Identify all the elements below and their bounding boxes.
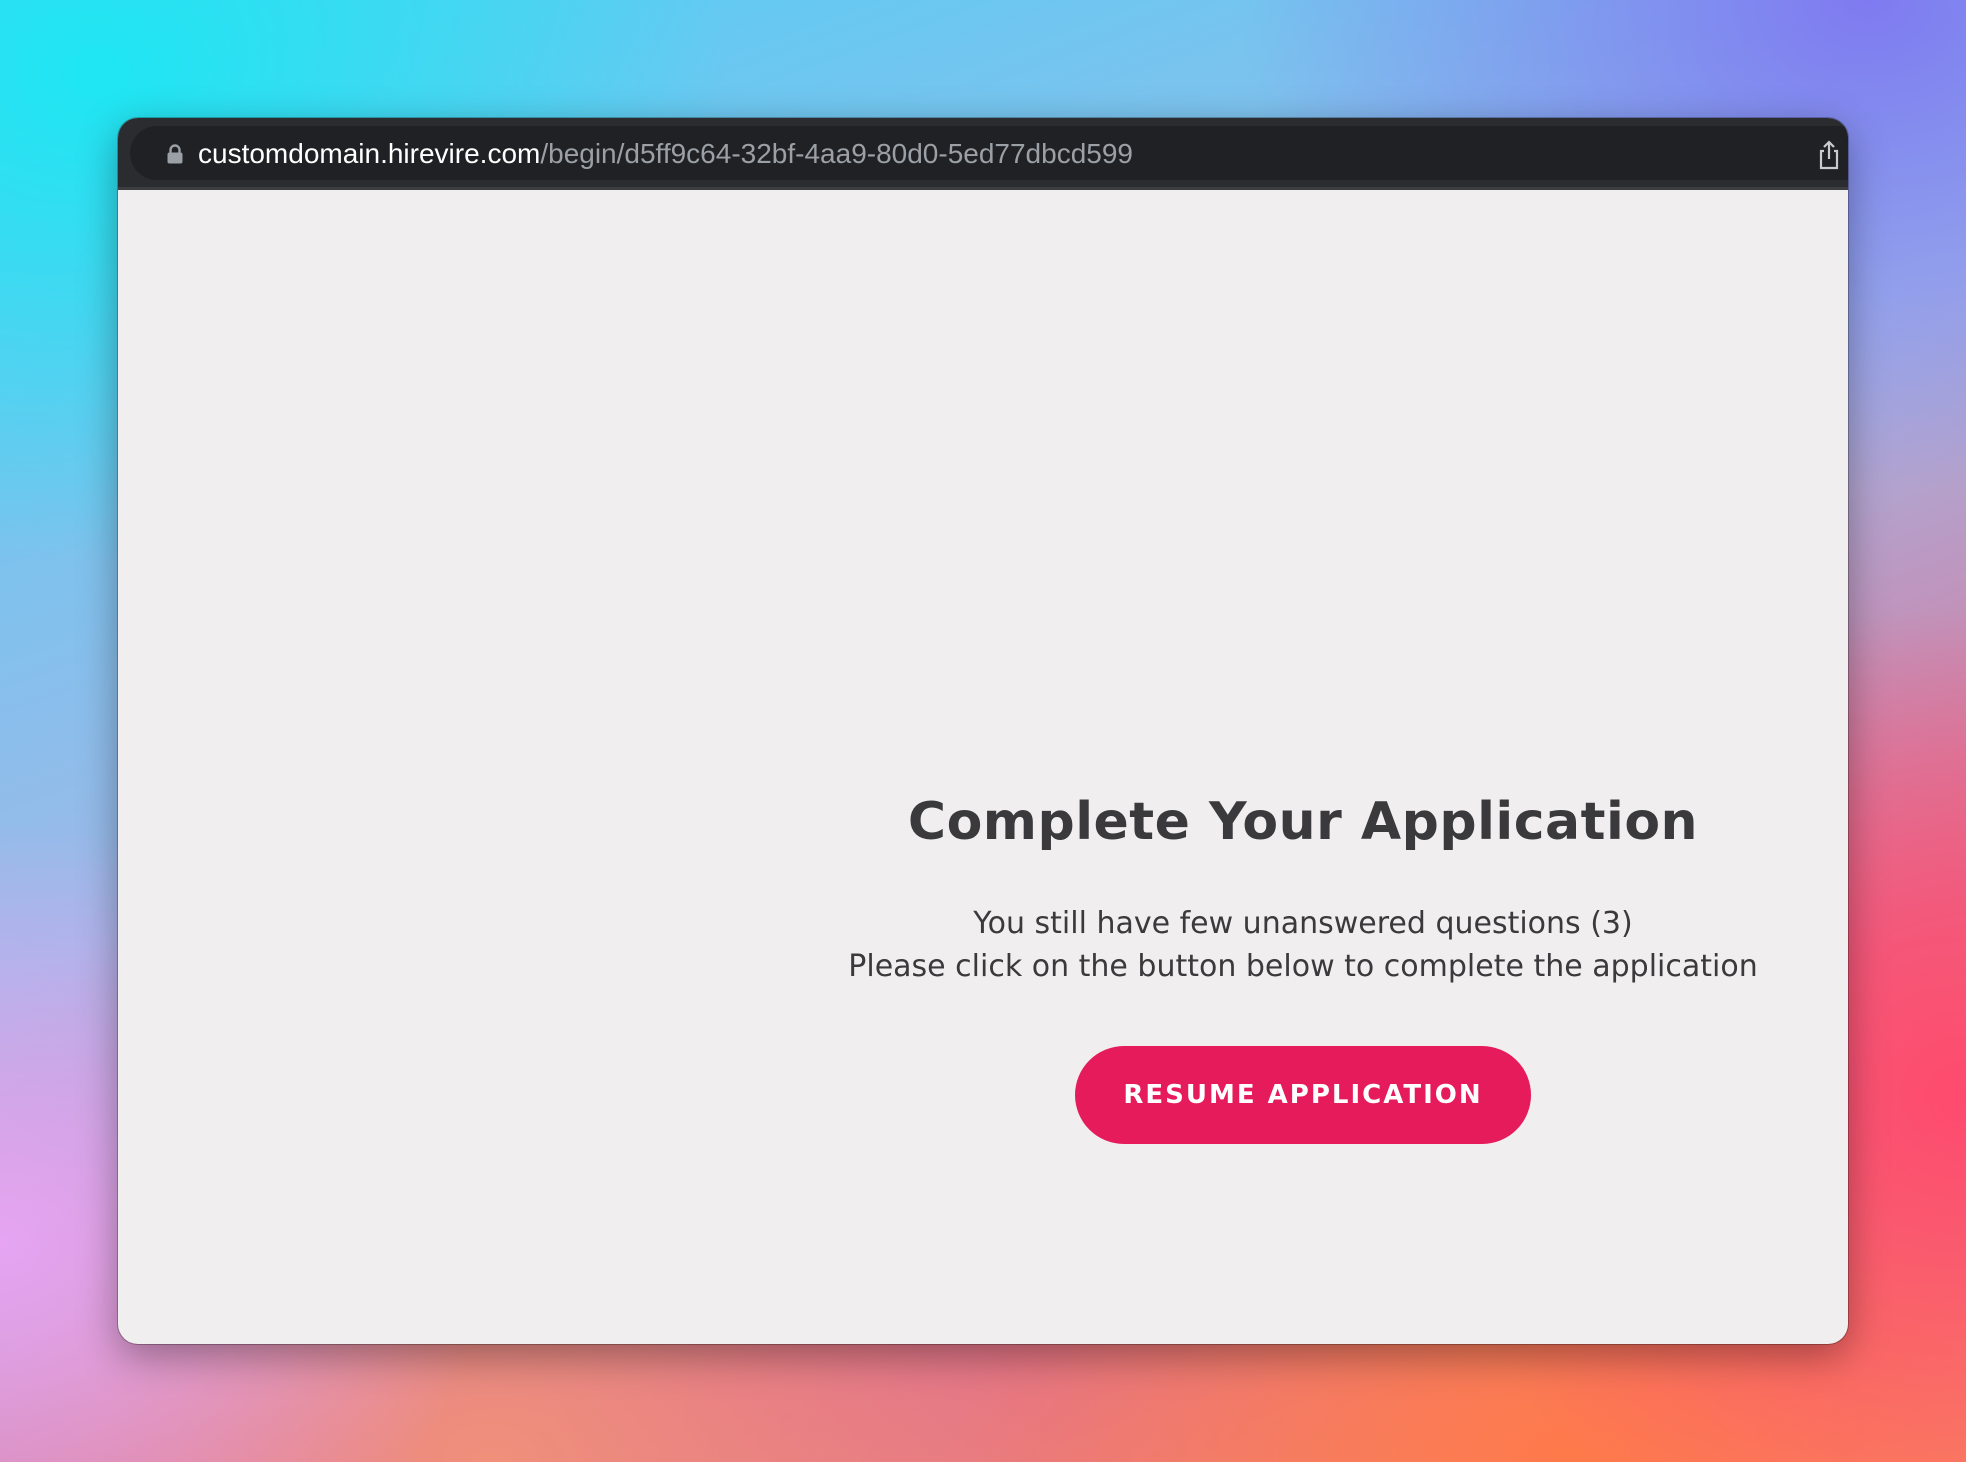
message-line-instruction: Please click on the button below to comp… xyxy=(848,949,1758,984)
url-text[interactable]: customdomain.hirevire.com/begin/d5ff9c64… xyxy=(198,138,1133,170)
resume-panel: Complete Your Application You still have… xyxy=(798,790,1808,1144)
message-line-unanswered: You still have few unanswered questions … xyxy=(973,906,1633,941)
url-host: customdomain.hirevire.com xyxy=(198,138,541,169)
page-title: Complete Your Application xyxy=(907,792,1699,852)
browser-window: customdomain.hirevire.com/begin/d5ff9c64… xyxy=(118,118,1848,1344)
url-path: /begin/d5ff9c64-32bf-4aa9-80d0-5ed77dbcd… xyxy=(540,138,1133,169)
status-message: You still have few unanswered questions … xyxy=(798,902,1808,988)
lock-icon xyxy=(166,144,184,164)
resume-application-button[interactable]: RESUME APPLICATION xyxy=(1075,1046,1531,1144)
share-icon[interactable] xyxy=(1816,140,1842,170)
url-field[interactable]: customdomain.hirevire.com/begin/d5ff9c64… xyxy=(130,126,1848,180)
page-content: Complete Your Application You still have… xyxy=(118,190,1848,1344)
address-bar: customdomain.hirevire.com/begin/d5ff9c64… xyxy=(118,118,1848,190)
